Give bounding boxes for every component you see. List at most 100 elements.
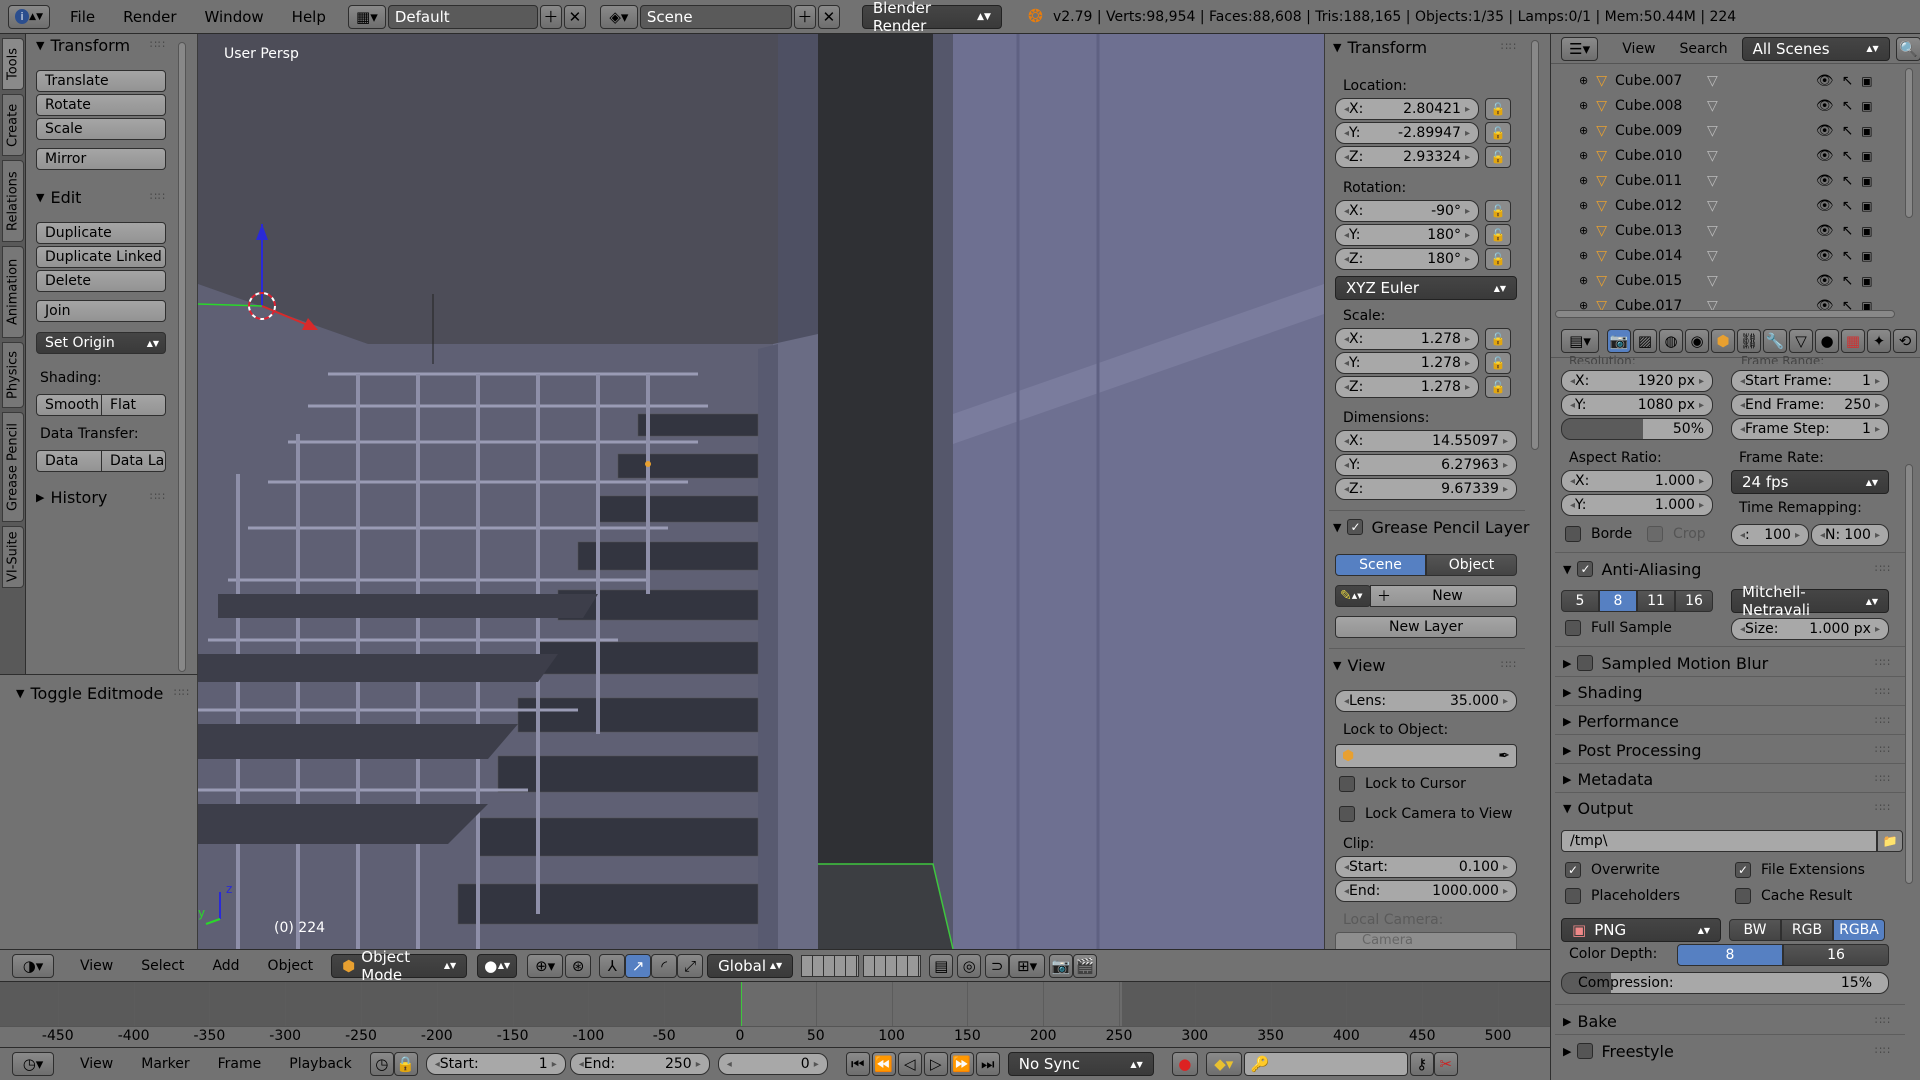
- gp-datablock-picker[interactable]: ✎ ▲▼: [1335, 585, 1371, 607]
- menu-help[interactable]: Help: [278, 8, 340, 26]
- insert-keyframe-button[interactable]: ⚷: [1409, 1052, 1434, 1076]
- end-frame-field[interactable]: ◂ End: 250 ▸: [569, 1053, 710, 1075]
- checkbox-checked[interactable]: ✓: [1347, 519, 1364, 535]
- scrollbar[interactable]: [1905, 68, 1913, 218]
- snap-element-dropdown[interactable]: ⊞▾: [1009, 953, 1046, 978]
- clip-start-field[interactable]: ◂ Start: 0.100 ▸: [1335, 856, 1517, 878]
- tab-create[interactable]: Create: [2, 94, 24, 156]
- menu-file[interactable]: File: [56, 8, 109, 26]
- frame-step-field[interactable]: ◂ Frame Step: 1 ▸: [1731, 418, 1889, 440]
- camera-icon[interactable]: ▣: [1861, 74, 1872, 88]
- translate-mode-button[interactable]: ↗: [625, 953, 652, 978]
- lock-icon[interactable]: 🔓: [1485, 352, 1511, 374]
- eye-icon[interactable]: 👁: [1816, 123, 1834, 139]
- output-path-field[interactable]: /tmp\: [1561, 830, 1877, 852]
- eye-icon[interactable]: 👁: [1816, 98, 1834, 114]
- delete-keyframe-button[interactable]: ✂: [1433, 1052, 1458, 1076]
- file-extensions-checkbox[interactable]: ✓: [1735, 862, 1751, 878]
- orientation-dropdown[interactable]: Global ▲▼: [707, 953, 794, 978]
- mesh-data-icon[interactable]: ▽: [1707, 198, 1718, 214]
- rgb-button[interactable]: RGB: [1781, 919, 1833, 941]
- lock-icon[interactable]: 🔓: [1485, 248, 1511, 270]
- lock-object-field[interactable]: ⬢ ✒: [1335, 744, 1517, 768]
- expand-icon[interactable]: ⊕: [1579, 99, 1588, 112]
- outliner-row[interactable]: ⊕ ▽ Cube.010 ▽ 👁 ↖ ▣: [1551, 143, 1920, 168]
- lens-field[interactable]: ◂ Lens: 35.000 ▸: [1335, 690, 1517, 712]
- scene-tab-icon[interactable]: ◍: [1659, 328, 1683, 353]
- panel-header-metadata[interactable]: ▶ Metadata: [1557, 768, 1653, 790]
- outliner-row[interactable]: ⊕ ▽ Cube.008 ▽ 👁 ↖ ▣: [1551, 93, 1920, 118]
- location-x-field[interactable]: ◂ X: 2.80421 ▸: [1335, 98, 1479, 120]
- mesh-data-icon[interactable]: ▽: [1707, 248, 1718, 264]
- jump-end-button[interactable]: ⏭: [975, 1052, 1000, 1076]
- rgba-button[interactable]: RGBA: [1833, 919, 1885, 941]
- menu-view[interactable]: View: [66, 958, 127, 974]
- rotation-mode-dropdown[interactable]: XYZ Euler ▲▼: [1335, 276, 1517, 300]
- eye-icon[interactable]: 👁: [1816, 248, 1834, 264]
- editor-type-button[interactable]: ◷▾: [12, 1052, 54, 1076]
- mesh-data-icon[interactable]: ▽: [1707, 123, 1718, 139]
- world-tab-icon[interactable]: ◉: [1685, 328, 1709, 353]
- gp-scene-button[interactable]: Scene: [1335, 554, 1426, 576]
- freestyle-checkbox[interactable]: [1577, 1043, 1594, 1059]
- eye-icon[interactable]: 👁: [1816, 273, 1834, 289]
- mirror-button[interactable]: Mirror: [36, 148, 166, 170]
- menu-window[interactable]: Window: [191, 8, 278, 26]
- panel-header-transform[interactable]: ▼ Transform: [1327, 36, 1427, 58]
- start-frame-field[interactable]: ◂ Start: 1 ▸: [425, 1053, 566, 1075]
- panel-header-performance[interactable]: ▶ Performance: [1557, 710, 1679, 732]
- play-button[interactable]: ▷: [923, 1052, 948, 1076]
- start-frame-field[interactable]: ◂ Start Frame: 1 ▸: [1731, 370, 1889, 392]
- expand-icon[interactable]: ⊕: [1579, 149, 1588, 162]
- aa-8-button[interactable]: 8: [1599, 590, 1637, 612]
- mesh-data-icon[interactable]: ▽: [1707, 148, 1718, 164]
- lock-icon[interactable]: 🔓: [1485, 122, 1511, 144]
- object-tab-icon[interactable]: ⬢: [1711, 328, 1735, 353]
- panel-header-anti-aliasing[interactable]: ▼ ✓ Anti-Aliasing: [1557, 558, 1701, 580]
- end-frame-field[interactable]: ◂ End Frame: 250 ▸: [1731, 394, 1889, 416]
- outliner-row[interactable]: ⊕ ▽ Cube.015 ▽ 👁 ↖ ▣: [1551, 268, 1920, 293]
- outliner-row[interactable]: ⊕ ▽ Cube.013 ▽ 👁 ↖ ▣: [1551, 218, 1920, 243]
- material-tab-icon[interactable]: ●: [1815, 328, 1839, 353]
- join-button[interactable]: Join: [36, 300, 166, 322]
- jump-start-button[interactable]: ⏮: [845, 1052, 870, 1076]
- tab-physics[interactable]: Physics: [2, 342, 24, 408]
- panel-header-transform[interactable]: ▼ Transform: [30, 34, 130, 56]
- lock-icon[interactable]: 🔓: [1485, 224, 1511, 246]
- outliner-row[interactable]: ⊕ ▽ Cube.009 ▽ 👁 ↖ ▣: [1551, 118, 1920, 143]
- scale-button[interactable]: Scale: [36, 118, 166, 140]
- mesh-data-icon[interactable]: ▽: [1707, 98, 1718, 114]
- rotate-mode-button[interactable]: ◜: [651, 953, 678, 978]
- scene-picker[interactable]: ◈▾: [599, 4, 638, 29]
- location-z-field[interactable]: ◂ Z: 2.93324 ▸: [1335, 146, 1479, 168]
- add-layout-button[interactable]: ＋: [539, 4, 562, 29]
- editor-type-button[interactable]: i ▲▼: [8, 4, 50, 29]
- tab-vi-suite[interactable]: VI-Suite: [2, 526, 24, 588]
- lock-to-cursor-checkbox[interactable]: [1339, 776, 1355, 792]
- bw-button[interactable]: BW: [1729, 919, 1781, 941]
- texture-tab-icon[interactable]: ▦: [1841, 328, 1865, 353]
- duplicate-button[interactable]: Duplicate: [36, 222, 166, 244]
- menu-marker[interactable]: Marker: [127, 1056, 203, 1072]
- duplicate-linked-button[interactable]: Duplicate Linked: [36, 246, 166, 268]
- pivot-dropdown[interactable]: ⊕▾: [527, 953, 564, 978]
- eye-icon[interactable]: 👁: [1816, 73, 1834, 89]
- layout-picker[interactable]: ▦▾: [347, 4, 386, 29]
- location-y-field[interactable]: ◂ Y: -2.89947 ▸: [1335, 122, 1479, 144]
- panel-header-toggle-editmode[interactable]: ▼ Toggle Editmode: [10, 682, 163, 704]
- opengl-render-button[interactable]: 📷: [1049, 953, 1074, 978]
- motion-blur-checkbox[interactable]: [1577, 655, 1594, 671]
- cache-result-checkbox[interactable]: [1735, 888, 1751, 904]
- display-mode-dropdown[interactable]: All Scenes ▲▼: [1741, 36, 1890, 61]
- expand-icon[interactable]: ⊕: [1579, 249, 1588, 262]
- expand-icon[interactable]: ⊕: [1579, 174, 1588, 187]
- cursor-icon[interactable]: ↖: [1842, 73, 1854, 89]
- shading-dropdown[interactable]: ● ▲▼: [477, 953, 518, 978]
- camera-icon[interactable]: ▣: [1861, 99, 1872, 113]
- panel-header-grease-pencil-layer[interactable]: ▼ ✓ Grease Pencil Layer: [1327, 516, 1529, 538]
- outliner-row[interactable]: ⊕ ▽ Cube.012 ▽ 👁 ↖ ▣: [1551, 193, 1920, 218]
- dimension-z-field[interactable]: ◂ Z: 9.67339 ▸: [1335, 478, 1517, 500]
- physics-tab-icon[interactable]: ⟲: [1893, 328, 1917, 353]
- opengl-render-anim-button[interactable]: 🎬: [1073, 953, 1098, 978]
- rotation-z-field[interactable]: ◂ Z: 180° ▸: [1335, 248, 1479, 270]
